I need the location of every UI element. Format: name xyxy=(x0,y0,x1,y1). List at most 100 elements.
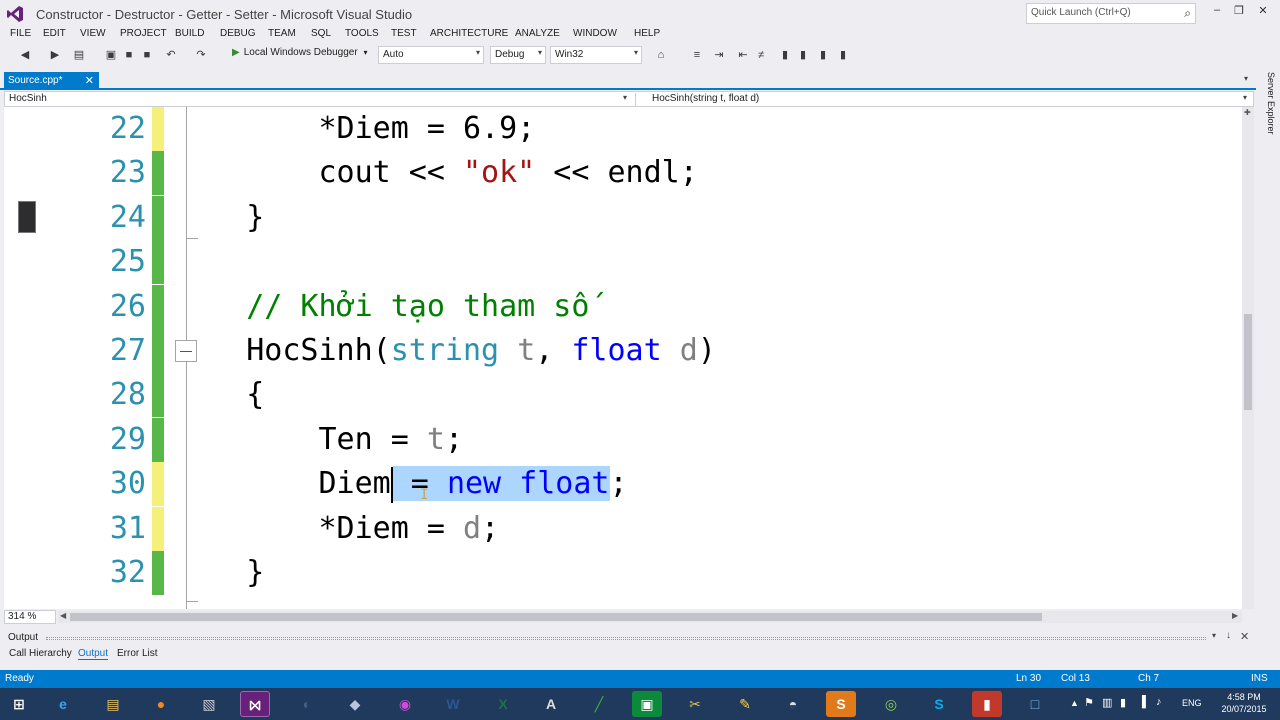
undo-icon[interactable]: ↶ xyxy=(164,48,178,62)
next-bookmark-icon[interactable]: ▮ xyxy=(816,48,830,62)
network-icon[interactable]: ▥ xyxy=(1102,696,1112,709)
quick-launch-input[interactable]: Quick Launch (Ctrl+Q) ⌕ xyxy=(1026,3,1196,24)
code-editor[interactable]: 22 *Diem = 6.9; 23 cout << "ok" << endl; 2… xyxy=(4,107,1242,609)
battery-icon[interactable]: ▮ xyxy=(1120,696,1126,709)
sublime-icon[interactable]: S xyxy=(826,691,856,717)
find-icon[interactable]: ⌂ xyxy=(654,48,668,62)
navigate-back-icon[interactable]: ◀ xyxy=(18,48,32,62)
file-explorer-icon[interactable]: ▤ xyxy=(98,691,128,717)
platform-dropdown[interactable]: Win32 ▾ xyxy=(550,46,642,64)
tab-output[interactable]: Output xyxy=(78,648,109,660)
word-icon[interactable]: W xyxy=(438,691,468,717)
outdent-icon[interactable]: ⇤ xyxy=(736,48,750,62)
previous-bookmark-icon[interactable]: ▮ xyxy=(796,48,810,62)
navigate-forward-icon[interactable]: ▶ xyxy=(48,48,62,62)
pin-icon[interactable]: ↓ xyxy=(1226,630,1231,641)
flag-icon[interactable]: ⚑ xyxy=(1084,696,1094,709)
clock[interactable]: 4:58 PM 20/07/2015 xyxy=(1216,691,1272,715)
bookmark-icon[interactable]: ▮ xyxy=(778,48,792,62)
member-dropdown[interactable]: HocSinh(string t, float d) xyxy=(635,93,1255,107)
save-all-icon[interactable]: ■ xyxy=(140,48,154,62)
menu-help[interactable]: HELP xyxy=(634,28,660,39)
code-line[interactable]: 27 HocSinh(string t, float d) xyxy=(4,329,1242,373)
menu-analyze[interactable]: ANALYZE xyxy=(515,28,560,39)
code-line[interactable]: 28 { xyxy=(4,373,1242,418)
volume-icon[interactable]: ♪ xyxy=(1156,696,1162,708)
menu-project[interactable]: PROJECT xyxy=(120,28,167,39)
menu-build[interactable]: BUILD xyxy=(175,28,204,39)
menu-file[interactable]: FILE xyxy=(10,28,31,39)
visual-studio-taskbar-icon[interactable]: ⨝ xyxy=(240,691,270,717)
code-line[interactable]: 29 Ten = t; xyxy=(4,417,1242,462)
tray-expand-icon[interactable]: ▲ xyxy=(1070,698,1079,708)
code-line[interactable]: 24 } xyxy=(4,195,1242,240)
firefox-icon[interactable]: ● xyxy=(146,691,176,717)
paint-tool-icon[interactable]: ✎ xyxy=(730,691,760,717)
new-project-icon[interactable]: ▤ xyxy=(72,48,86,62)
camtasia-icon[interactable]: ◎ xyxy=(876,691,906,717)
monitor-icon[interactable]: □ xyxy=(1020,691,1050,717)
start-debugging-button[interactable]: ▶ Local Windows Debugger ▾ xyxy=(232,47,367,63)
code-line[interactable]: 25 xyxy=(4,240,1242,285)
menu-window[interactable]: WINDOW xyxy=(573,28,617,39)
unikey-icon[interactable]: ◉ xyxy=(390,691,420,717)
save-icon[interactable]: ■ xyxy=(122,48,136,62)
scroll-right-icon[interactable]: ▶ xyxy=(1232,611,1238,620)
server-explorer-tab[interactable]: Server Explorer xyxy=(1258,72,1276,142)
excel-icon[interactable]: X xyxy=(488,691,518,717)
record-app-icon[interactable]: ▮ xyxy=(972,691,1002,717)
clear-bookmarks-icon[interactable]: ▮ xyxy=(836,48,850,62)
virtualbox-icon[interactable]: ◆ xyxy=(340,691,370,717)
redo-icon[interactable]: ↷ xyxy=(194,48,208,62)
windows-start-icon[interactable]: ⊞ xyxy=(4,691,34,717)
minimize-button[interactable]: – xyxy=(1206,4,1228,22)
code-line[interactable]: 23 cout << "ok" << endl; xyxy=(4,151,1242,196)
zoom-level-dropdown[interactable]: 314 % xyxy=(4,610,56,624)
palette-icon[interactable]: ◓ xyxy=(778,691,808,717)
internet-explorer-icon[interactable]: e xyxy=(48,691,78,717)
toggle-comment-icon[interactable]: ≡ xyxy=(690,48,704,62)
menu-team[interactable]: TEAM xyxy=(268,28,296,39)
line-number: 30 xyxy=(109,466,146,502)
vertical-scrollbar-thumb[interactable] xyxy=(1244,314,1252,410)
skype-icon[interactable]: S xyxy=(924,691,954,717)
code-line[interactable]: 32 } xyxy=(4,551,1242,595)
menu-test[interactable]: TEST xyxy=(391,28,417,39)
code-line[interactable]: 26 // Khởi tạo tham số xyxy=(4,284,1242,329)
split-editor-icon[interactable]: ✚ xyxy=(1244,108,1251,117)
close-button[interactable]: ✕ xyxy=(1252,4,1274,22)
configuration-dropdown[interactable]: Auto ▾ xyxy=(378,46,484,64)
indent-icon[interactable]: ⇥ xyxy=(712,48,726,62)
store-icon[interactable]: ▣ xyxy=(632,691,662,717)
code-line[interactable]: 22 *Diem = 6.9; xyxy=(4,107,1242,151)
tab-overflow-icon[interactable]: ▾ xyxy=(1244,74,1248,83)
open-file-icon[interactable]: ▣ xyxy=(104,48,118,62)
code-line[interactable]: 30 Diem = new float; xyxy=(4,462,1242,507)
tab-source-cpp[interactable]: Source.cpp* ✕ xyxy=(4,72,99,90)
chevron-down-icon[interactable]: ▾ xyxy=(1212,631,1216,640)
notepad-icon[interactable]: ▧ xyxy=(194,691,224,717)
menu-debug[interactable]: DEBUG xyxy=(220,28,256,39)
uncomment-icon[interactable]: ≠ xyxy=(754,48,768,62)
close-icon[interactable]: ✕ xyxy=(1240,630,1249,643)
tab-call-hierarchy[interactable]: Call Hierarchy xyxy=(9,648,72,659)
font-tool-icon[interactable]: A xyxy=(536,691,566,717)
menu-sql[interactable]: SQL xyxy=(311,28,331,39)
horizontal-scrollbar-thumb[interactable] xyxy=(70,613,1042,621)
signal-icon[interactable]: ▐ xyxy=(1138,696,1146,708)
menu-architecture[interactable]: ARCHITECTURE xyxy=(430,28,508,39)
scroll-left-icon[interactable]: ◀ xyxy=(60,611,66,620)
restore-button[interactable]: ❐ xyxy=(1228,4,1250,22)
menu-view[interactable]: VIEW xyxy=(80,28,106,39)
eclipse-icon[interactable]: ◐ xyxy=(292,691,322,717)
menu-edit[interactable]: EDIT xyxy=(43,28,66,39)
solution-configuration-dropdown[interactable]: Debug ▾ xyxy=(490,46,546,64)
scope-dropdown[interactable]: HocSinh xyxy=(9,93,47,104)
tab-error-list[interactable]: Error List xyxy=(117,648,158,659)
code-line[interactable]: 31 *Diem = d; xyxy=(4,506,1242,551)
chart-app-icon[interactable]: ╱ xyxy=(584,691,614,717)
input-language[interactable]: ENG xyxy=(1182,698,1202,708)
close-icon[interactable]: ✕ xyxy=(85,74,94,87)
tools-icon[interactable]: ✂ xyxy=(680,691,710,717)
menu-tools[interactable]: TOOLS xyxy=(345,28,379,39)
